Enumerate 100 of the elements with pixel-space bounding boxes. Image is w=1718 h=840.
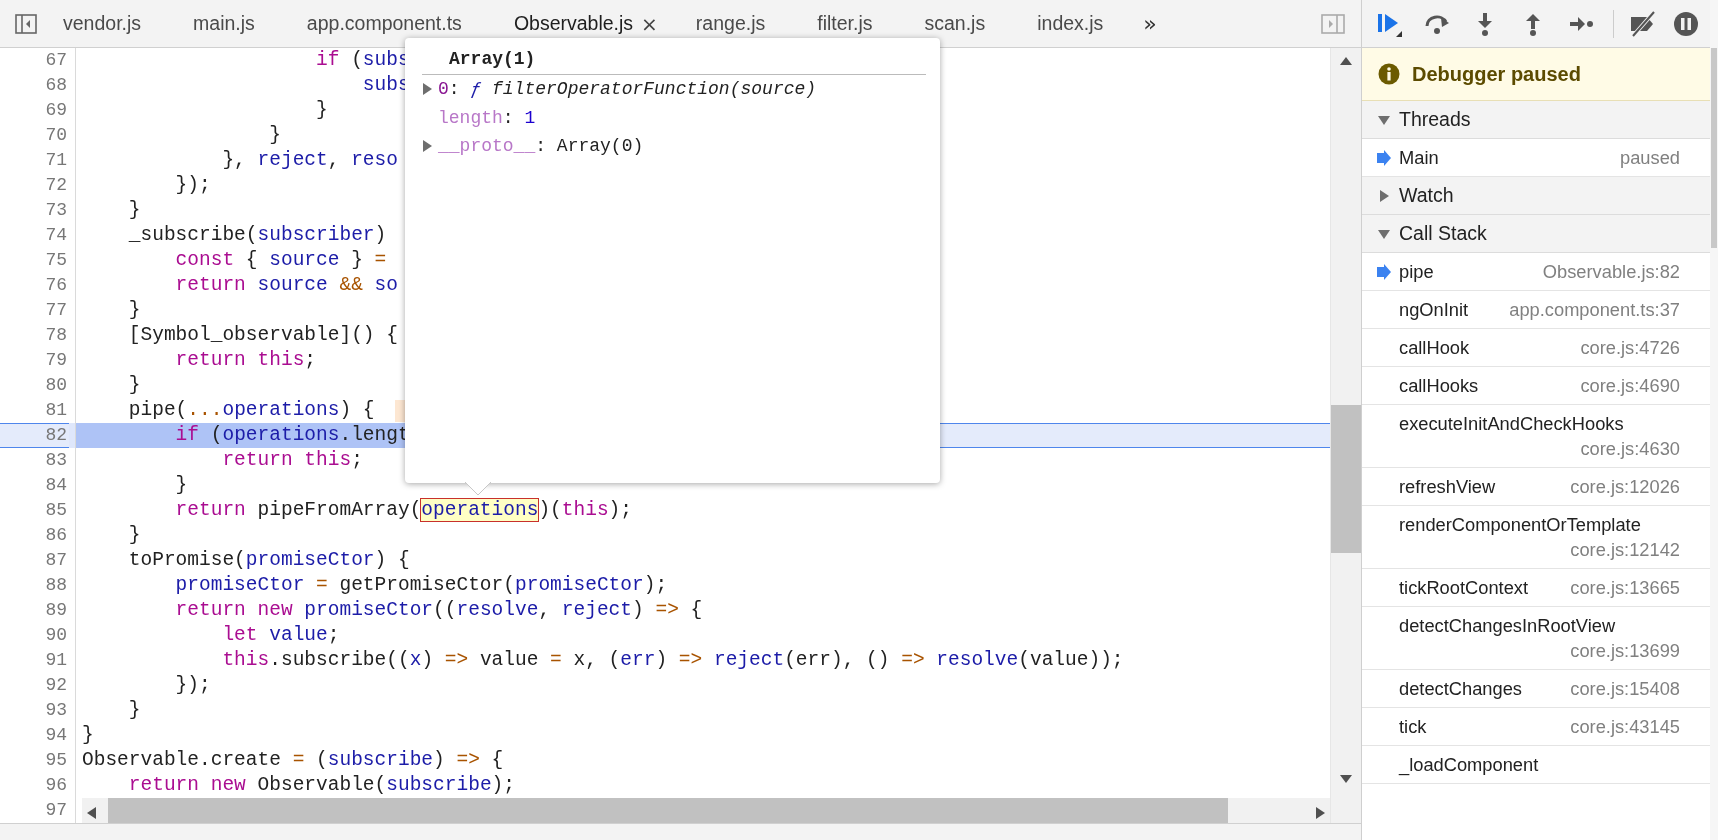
line-number: 73 <box>0 198 76 223</box>
call-frame-row[interactable]: tick core.js:43145 <box>1362 708 1710 746</box>
code-line: } <box>127 198 141 223</box>
code-line: const { source } = <box>174 248 387 273</box>
editor-tab[interactable]: range.js <box>669 0 792 47</box>
code-line: return source && so <box>174 273 398 298</box>
line-number: 86 <box>0 523 76 548</box>
line-number: 84 <box>0 473 76 498</box>
code-line: } <box>127 298 141 323</box>
frame-name: ngOnInit <box>1399 298 1469 322</box>
line-number: 83 <box>0 448 76 473</box>
frame-location: Observable.js:82 <box>1542 260 1680 284</box>
frame-location: core.js:15408 <box>1570 677 1680 701</box>
line-number: 74 <box>0 223 76 248</box>
line-number: 80 <box>0 373 76 398</box>
line-number: 70 <box>0 123 76 148</box>
call-frame-row[interactable]: refreshView core.js:12026 <box>1362 468 1710 506</box>
line-number: 71 <box>0 148 76 173</box>
line-number: 78 <box>0 323 76 348</box>
frame-name: tick <box>1399 715 1427 739</box>
line-number: 75 <box>0 248 76 273</box>
line-number: 69 <box>0 98 76 123</box>
line-number: 85 <box>0 498 76 523</box>
editor-tab[interactable]: Observable.js × <box>487 0 670 47</box>
call-frame-row[interactable]: callHook core.js:4726 <box>1362 329 1710 367</box>
frame-name: callHook <box>1399 336 1470 360</box>
editor-tab[interactable]: scan.js <box>898 0 1012 47</box>
call-frame-row[interactable]: pipe Observable.js:82 <box>1362 253 1710 291</box>
pause-on-exceptions-icon[interactable] <box>1673 10 1700 37</box>
frame-name: _loadComponent <box>1399 753 1539 777</box>
editor-tab[interactable]: app.component.ts <box>280 0 488 47</box>
line-number: 94 <box>0 723 76 748</box>
frame-location: core.js:4726 <box>1580 336 1680 360</box>
deactivate-breakpoints-icon[interactable] <box>1628 10 1657 37</box>
code-line: }); <box>174 173 211 198</box>
frame-name: detectChanges <box>1399 677 1522 701</box>
close-tab-button[interactable]: × <box>641 11 658 36</box>
frame-location: core.js:4690 <box>1580 374 1680 398</box>
editor-tab[interactable]: vendor.js <box>37 0 168 47</box>
line-number: 79 <box>0 348 76 373</box>
call-frame-row[interactable]: callHooks core.js:4690 <box>1362 367 1710 405</box>
call-frame-row[interactable]: _loadComponent <box>1362 746 1710 784</box>
frame-location: core.js:43145 <box>1570 715 1680 739</box>
line-number: 89 <box>0 598 76 623</box>
code-line: [Symbol_observable]() { <box>127 323 398 348</box>
line-number: 90 <box>0 623 76 648</box>
scrollbar-thumb[interactable] <box>1711 48 1717 248</box>
expand-icon[interactable] <box>423 140 432 153</box>
editor-tab[interactable]: main.js <box>167 0 281 47</box>
line-number: 91 <box>0 648 76 673</box>
editor-tab[interactable]: index.js <box>1011 0 1130 47</box>
editor-tab[interactable]: filter.js <box>791 0 899 47</box>
section-title: Threads <box>1399 108 1471 131</box>
line-number: 95 <box>0 748 76 773</box>
line-number: 76 <box>0 273 76 298</box>
property-row[interactable]: length: 1 <box>438 107 536 128</box>
line-number: 67 <box>0 48 76 73</box>
section-header[interactable]: Call Stack <box>1362 215 1710 253</box>
code-line: return pipeFromArray(operations)(this); <box>174 498 632 523</box>
vertical-scrollbar[interactable] <box>1330 48 1361 823</box>
line-number: 77 <box>0 298 76 323</box>
line-number: 93 <box>0 698 76 723</box>
frame-name: pipe <box>1399 260 1434 284</box>
property-row[interactable]: __proto__: Array(0) <box>438 136 644 157</box>
vertical-scrollbar[interactable] <box>1710 0 1718 840</box>
code-line: let value; <box>221 623 340 648</box>
panel-toggle-icon[interactable] <box>1321 13 1345 34</box>
disclosure-triangle-icon[interactable] <box>1377 188 1391 203</box>
more-tabs-button[interactable]: » <box>1137 11 1163 36</box>
call-frame-row[interactable]: ngOnInit app.component.ts:37 <box>1362 291 1710 329</box>
section-header[interactable]: Watch <box>1362 177 1710 215</box>
code-line: if (operations.lengt <box>174 423 410 448</box>
call-frame-row[interactable]: tickRootContext core.js:13665 <box>1362 569 1710 607</box>
code-line: return this; <box>221 448 363 473</box>
banner-text: Debugger paused <box>1412 62 1581 86</box>
code-line: pipe(...operations) { <box>127 398 375 423</box>
frame-name: detectChangesInRootView <box>1399 614 1616 638</box>
code-line: } <box>174 473 188 498</box>
frame-location: app.component.ts:37 <box>1509 298 1680 322</box>
code-line: return new Observable(subscribe); <box>127 773 515 798</box>
frame-name: renderComponentOrTemplate <box>1399 513 1641 537</box>
section-title: Watch <box>1399 184 1454 207</box>
code-line: } <box>127 373 141 398</box>
frame-location: core.js:4630 <box>1580 437 1680 461</box>
code-line: promiseCtor = getPromiseCtor(promiseCtor); <box>174 573 668 598</box>
code-line: _subscribe(subscriber) <box>127 223 387 248</box>
frame-location: core.js:13699 <box>1570 639 1680 663</box>
frame-location: paused <box>1620 146 1680 170</box>
frame-name: tickRootContext <box>1399 576 1529 600</box>
scrollbar-thumb[interactable] <box>1331 405 1361 553</box>
code-line: toPromise(promiseCtor) { <box>127 548 410 573</box>
section-header[interactable]: Threads <box>1362 101 1710 139</box>
info-icon <box>1378 63 1400 85</box>
frame-location: core.js:13665 <box>1570 576 1680 600</box>
sidebar-toggle-icon[interactable] <box>15 13 37 34</box>
property-row[interactable]: 0: ƒ filterOperatorFunction(source) <box>438 79 817 100</box>
expand-icon[interactable] <box>423 83 432 96</box>
call-frame-row[interactable]: detectChanges core.js:15408 <box>1362 670 1710 708</box>
code-line: return new promiseCtor((resolve, reject) => { <box>174 598 703 623</box>
frame-location: core.js:12142 <box>1570 538 1680 562</box>
